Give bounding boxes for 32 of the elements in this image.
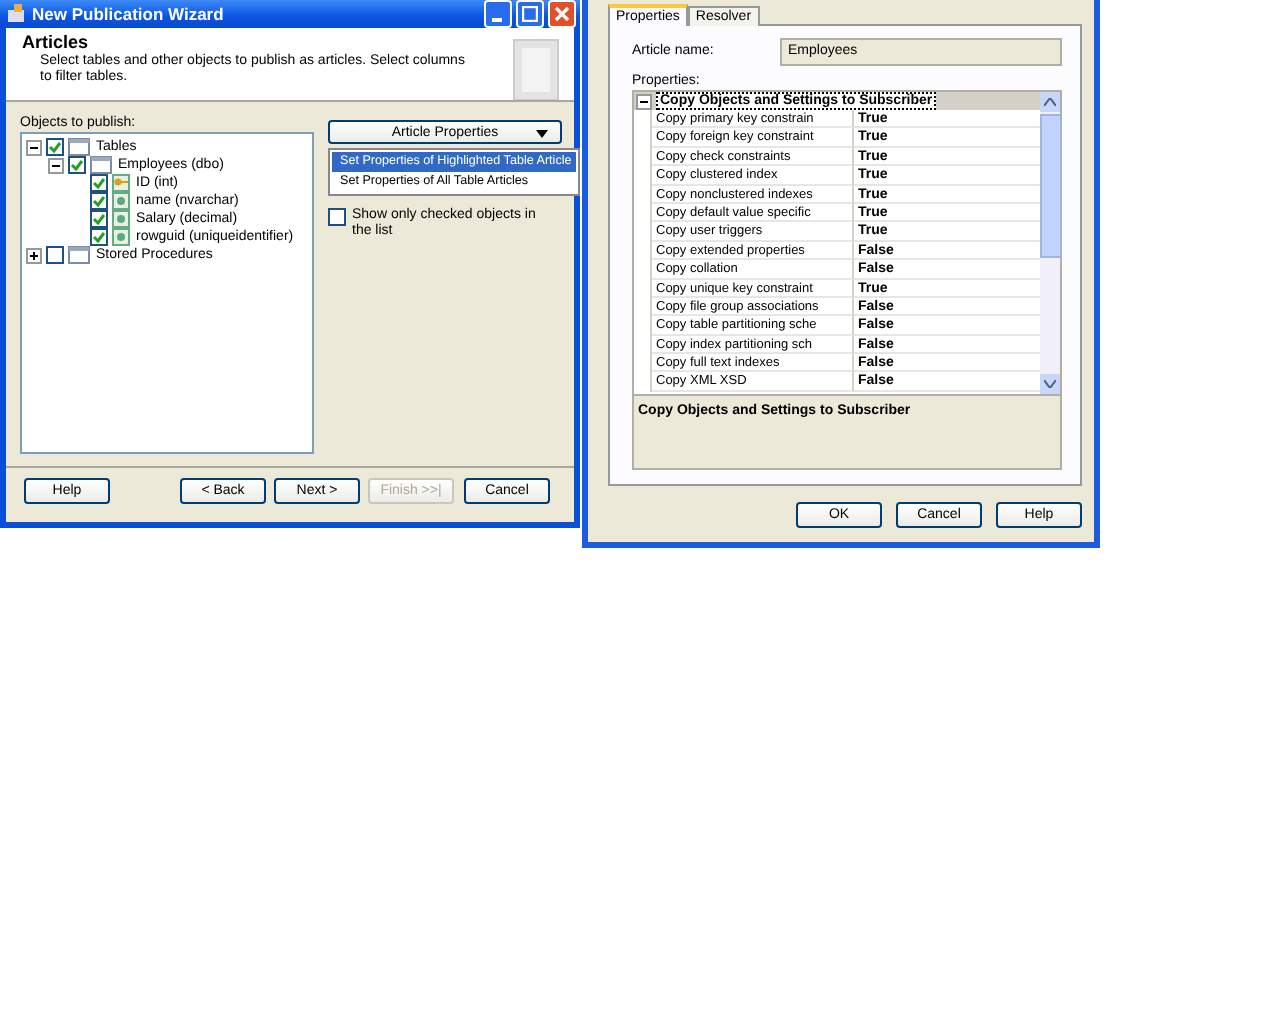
- checkbox[interactable]: [90, 210, 108, 228]
- close-button[interactable]: [548, 0, 576, 28]
- expand-toggle[interactable]: [26, 247, 42, 263]
- checkbox[interactable]: [46, 246, 64, 264]
- key-column-icon: [112, 174, 130, 192]
- checkbox[interactable]: [328, 208, 346, 226]
- minimize-button[interactable]: [484, 0, 512, 28]
- table-icon: [68, 246, 90, 264]
- checkbox[interactable]: [90, 228, 108, 246]
- checkbox[interactable]: [90, 174, 108, 192]
- table-icon: [90, 156, 112, 174]
- caret-icon: [536, 130, 548, 138]
- checkbox[interactable]: [46, 138, 64, 156]
- scrollbar[interactable]: [1040, 92, 1060, 394]
- column-icon: [112, 228, 130, 246]
- wizard-icon: [6, 4, 26, 24]
- maximize-button[interactable]: [516, 0, 544, 28]
- checkbox[interactable]: [90, 192, 108, 210]
- window-title: New Publication Wizard: [32, 4, 226, 24]
- column-icon: [112, 192, 130, 210]
- column-icon: [112, 210, 130, 228]
- table-icon: [68, 138, 90, 156]
- scroll-down-button[interactable]: [1040, 374, 1060, 394]
- scroll-up-button[interactable]: [1040, 92, 1060, 112]
- page-title: Articles: [22, 32, 91, 52]
- checkbox[interactable]: [68, 156, 86, 174]
- expand-toggle[interactable]: [48, 157, 64, 173]
- maximize-icon: [522, 6, 538, 22]
- expand-toggle[interactable]: [26, 139, 42, 155]
- close-icon: [554, 6, 570, 22]
- collapse-toggle[interactable]: [636, 93, 652, 109]
- scroll-thumb[interactable]: [1039, 114, 1061, 258]
